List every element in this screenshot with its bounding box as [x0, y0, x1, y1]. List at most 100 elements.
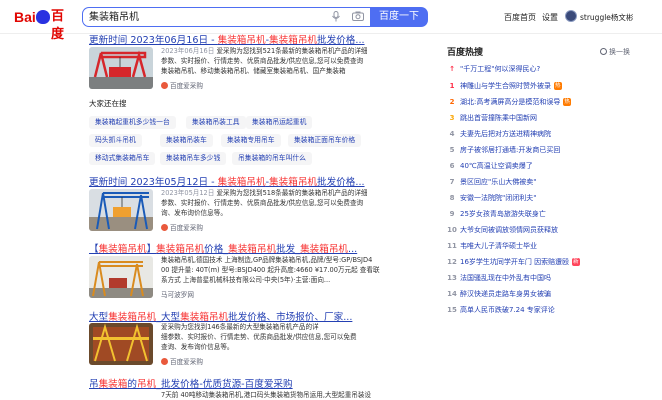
search-input[interactable] [89, 10, 289, 21]
search-box[interactable] [82, 7, 372, 27]
hot-item-text: "千万工程"何以深得民心? [460, 65, 541, 73]
result-thumbnail-4[interactable] [89, 323, 153, 365]
title-text: 更新时间 2023年06月16日 - [89, 35, 218, 46]
refresh-button[interactable]: 换一换 [600, 47, 630, 57]
hot-badge: 新 [572, 258, 580, 266]
search-button[interactable]: 百度一下 [370, 7, 428, 27]
hot-item-text: 16岁学生坑同学开车门 因索赔遭殴 [460, 258, 570, 266]
hot-item-text: 大爷女同被调放领情网员获释放 [460, 226, 558, 234]
camera-icon[interactable] [352, 11, 364, 21]
crane-image [89, 323, 153, 365]
snippet-line: 7天前 40吨移动集装箱吊机,港口码头集装箱货物吊运用,大型起重吊装设 [161, 391, 372, 399]
title-highlight: 集装箱 [98, 379, 128, 390]
title-highlight: 集装箱吊机 [217, 35, 266, 46]
result-title-2[interactable]: 更新时间 2023年05月12日 - 集装箱吊机-集装箱吊机批发价格... [89, 174, 365, 188]
result-title-1[interactable]: 更新时间 2023年06月16日 - 集装箱吊机-集装箱吊机批发价格... [89, 32, 365, 46]
hot-item[interactable]: 6 40℃高温让空调卖爆了 [447, 161, 533, 171]
hot-item[interactable]: 8 安徽一法院院"闭闭利夫" [447, 193, 537, 203]
hot-item-text: 景区回应"乐山大佛被卖" [460, 178, 537, 186]
also-search-chip[interactable]: 吊集装箱的吊车叫什么 [232, 152, 312, 165]
also-search-chip[interactable]: 集装箱吊车多少钱 [160, 152, 227, 165]
hot-rank: 9 [449, 210, 455, 218]
hot-item-text: 跳出首营撞陈乘中国新网 [460, 114, 537, 122]
result-thumbnail-3[interactable] [89, 256, 153, 298]
title-text: 】 [146, 244, 157, 255]
hot-item-text: 韦唯大儿子清华硕士毕业 [460, 242, 537, 250]
baidu-logo[interactable]: Bai 百度 [14, 8, 72, 42]
title-text: 批发_ [276, 244, 301, 255]
title-text: 【 [89, 244, 99, 255]
hot-item-text: 高单人民币跌破7.24 专家评论 [460, 306, 555, 314]
settings-link[interactable]: 设置 [542, 12, 558, 23]
also-search-chip[interactable]: 集装箱吊装工具 [186, 116, 246, 129]
hot-item[interactable]: 10 大爷女同被调放领情网员获释放 [447, 225, 558, 235]
result-source-2[interactable]: 百度爱采购 [161, 222, 203, 232]
snippet-line: 爱采购为您找到518条最新的集装箱吊机产品的详细 [216, 189, 368, 197]
source-name: 百度爱采购 [170, 358, 203, 366]
hot-item[interactable]: 1 神雕山与学生合照时赞外被录热 [447, 81, 562, 91]
title-highlight: 吊机 [136, 379, 157, 390]
avatar[interactable] [565, 10, 577, 22]
hot-rank: 1 [449, 82, 455, 90]
hot-item[interactable]: 13 法国骚乱现在中外乱有中国吗 [447, 273, 551, 283]
title-highlight: 集装箱吊机 [228, 244, 277, 255]
hot-item[interactable]: 3 跳出首营撞陈乘中国新网 [447, 113, 537, 123]
homepage-link[interactable]: 百度首页 [504, 12, 536, 23]
also-search-chip[interactable]: 集装箱专用吊车 [221, 134, 281, 147]
result-thumbnail-1[interactable] [89, 47, 153, 89]
also-search-chip[interactable]: 集装箱起重机多少钱一台 [89, 116, 176, 129]
snippet-line: 系方式 上海普星机械科技有限公司·中央(5年)·主营:面向... [161, 276, 331, 284]
hot-item[interactable]: 12 16岁学生坑同学开车门 因索赔遭殴新 [447, 257, 580, 267]
also-search-chip[interactable]: 集装箱吊运起重机 [246, 116, 313, 129]
result-source-3[interactable]: 马可波罗网 [161, 289, 194, 299]
also-search-chip[interactable]: 集装箱正面吊车价格 [288, 134, 362, 147]
top-header: Bai 百度 百度一下 百度首页 设置 struggle杨文彬 [0, 0, 662, 42]
hot-item-text: 夫妻先后把对方送进精神病院 [460, 130, 551, 138]
hot-rank: 12 [447, 258, 457, 266]
title-highlight: 集装箱吊机 [217, 177, 266, 188]
title-highlight: 集装箱吊机 [269, 177, 318, 188]
result-title-5[interactable]: 吊集装箱的吊机_批发价格-优质货源-百度爱采购 [89, 376, 293, 390]
result-title-4[interactable]: 大型集装箱吊机_大型集装箱吊机批发价格、市场报价、厂家... [89, 309, 352, 323]
aicaigou-icon [161, 358, 168, 365]
title-highlight: 集装箱吊机 [108, 312, 157, 323]
hot-rank: 2 [449, 98, 455, 106]
hot-item-text: 安徽一法院院"闭闭利夫" [460, 194, 537, 202]
hot-item[interactable]: ↑ "千万工程"何以深得民心? [447, 64, 540, 74]
result-thumbnail-2[interactable] [89, 189, 153, 231]
snippet-line: 询、发布询价信息等。 [161, 209, 227, 217]
result-source-1[interactable]: 百度爱采购 [161, 80, 203, 90]
result-title-3[interactable]: 【集装箱吊机】集装箱吊机价格_集装箱吊机批发_集装箱吊机... [89, 241, 357, 255]
result-source-4[interactable]: 百度爱采购 [161, 356, 203, 366]
hot-item[interactable]: 14 醉汉快递员走路车身男女被骗 [447, 289, 551, 299]
title-highlight: 集装箱吊机 [300, 244, 349, 255]
title-text: _批发价格-优质货源-百度爱采购 [156, 379, 293, 390]
hot-item[interactable]: 4 夫妻先后把对方送进精神病院 [447, 129, 551, 139]
pin-icon: ↑ [449, 65, 455, 73]
hot-item[interactable]: 9 25岁女孩青岛旅游失联身亡 [447, 209, 546, 219]
hot-item[interactable]: 7 景区回应"乐山大佛被卖" [447, 177, 537, 187]
hot-item-text: 房子被邻居打通墙:开发商已买回 [460, 146, 561, 154]
hot-item[interactable]: 5 房子被邻居打通墙:开发商已买回 [447, 145, 561, 155]
username[interactable]: struggle杨文彬 [580, 12, 633, 23]
hot-search-title: 百度热搜 [447, 48, 484, 58]
snippet-line: 细参数、实时报价、行情走势、优质商品批发/供应信息,您可以免费 [161, 333, 357, 341]
hot-rank: 6 [449, 162, 455, 170]
hot-rank: 8 [449, 194, 455, 202]
paw-icon [36, 10, 50, 24]
hot-item-text: 25岁女孩青岛旅游失联身亡 [460, 210, 546, 218]
title-text: 吊 [89, 379, 99, 390]
hot-item[interactable]: 2 湖北:高考满屏高分是模范和误导热 [447, 97, 571, 107]
hot-item[interactable]: 11 韦唯大儿子清华硕士毕业 [447, 241, 537, 251]
also-search-chip[interactable]: 码头抓斗吊机 [89, 134, 142, 147]
aicaigou-icon [161, 82, 168, 89]
also-search-chip[interactable]: 移动式集装箱吊车 [89, 152, 156, 165]
also-search-chip[interactable]: 集装箱吊装车 [160, 134, 213, 147]
snippet-line: 00 提升量: 40T(m) 型号:BSJD400 起升高度:4660 ¥17.… [161, 266, 380, 274]
title-text: 批发价格... [317, 35, 365, 46]
crane-image [89, 189, 153, 231]
aicaigou-icon [161, 224, 168, 231]
hot-item-text: 神雕山与学生合照时赞外被录 [460, 82, 551, 90]
keyboard-icon[interactable] [331, 11, 341, 22]
hot-item[interactable]: 15 高单人民币跌破7.24 专家评论 [447, 305, 555, 315]
